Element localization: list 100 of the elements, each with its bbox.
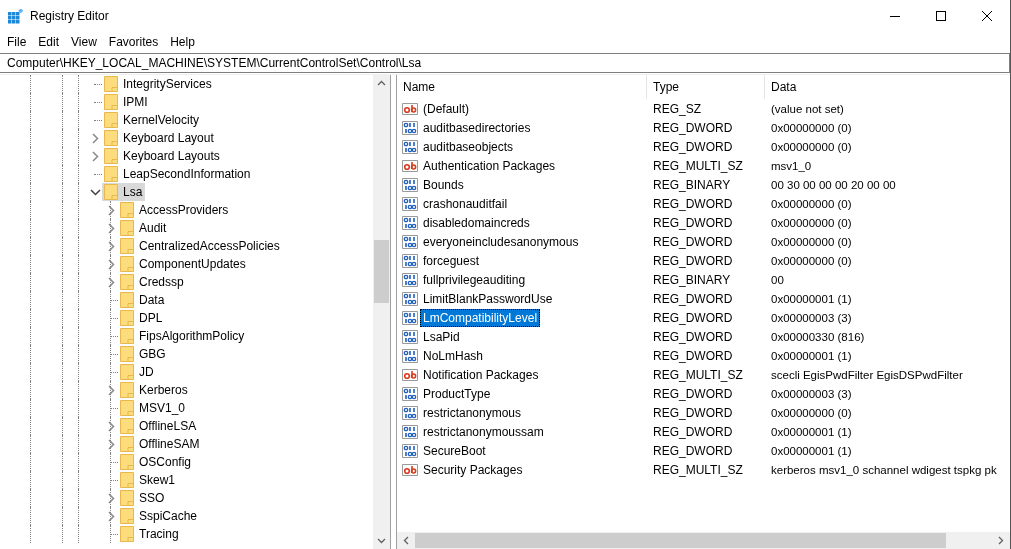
string-value-icon — [402, 157, 418, 174]
tree-item[interactable]: Kerberos — [118, 381, 191, 399]
tree-item[interactable]: GBG — [118, 345, 169, 363]
tree-item[interactable]: DPL — [118, 309, 166, 327]
tree-item[interactable]: CentralizedAccessPolicies — [118, 237, 283, 255]
folder-icon — [104, 130, 118, 146]
tree-item[interactable]: Keyboard Layouts — [102, 147, 223, 165]
scroll-right-icon[interactable] — [998, 536, 1004, 545]
folder-icon — [104, 148, 118, 164]
chevron-right-icon[interactable] — [91, 132, 99, 144]
value-name[interactable]: forceguest — [420, 251, 483, 270]
tree-item[interactable]: OfflineSAM — [118, 435, 203, 453]
tree-item[interactable]: Keyboard Layout — [102, 129, 217, 147]
value-name[interactable]: LsaPid — [420, 327, 463, 346]
binary-value-icon — [402, 176, 418, 193]
value-name[interactable]: Authentication Packages — [420, 156, 559, 175]
table-cell-text: 0x00000000 (0) — [770, 121, 853, 134]
folder-icon — [120, 328, 134, 344]
tree-item[interactable]: OSConfig — [118, 453, 195, 471]
tree-item[interactable]: KernelVelocity — [102, 111, 203, 129]
value-name[interactable]: crashonauditfail — [420, 194, 511, 213]
column-header[interactable]: Name — [397, 75, 647, 99]
chevron-right-icon[interactable] — [91, 150, 99, 162]
menu-item[interactable]: Help — [164, 34, 201, 49]
chevron-right-icon[interactable] — [107, 438, 115, 450]
scroll-up-icon[interactable] — [377, 80, 386, 86]
chevron-right-icon[interactable] — [107, 258, 115, 270]
binary-value-icon — [402, 328, 418, 345]
value-name[interactable]: SecureBoot — [420, 441, 489, 460]
tree-item[interactable]: MSV1_0 — [118, 399, 189, 417]
folder-icon — [104, 184, 118, 200]
table-cell-text: REG_BINARY — [652, 272, 732, 287]
chevron-down-icon[interactable] — [89, 188, 101, 196]
column-header[interactable]: Type — [647, 75, 765, 99]
value-name[interactable]: LmCompatibilityLevel — [420, 308, 541, 327]
column-header[interactable]: Data — [765, 75, 1010, 99]
value-name[interactable]: Notification Packages — [420, 365, 542, 384]
tree-item[interactable]: SspiCache — [118, 507, 201, 525]
tree-item[interactable]: FipsAlgorithmPolicy — [118, 327, 248, 345]
tree-item[interactable]: ComponentUpdates — [118, 255, 249, 273]
value-name[interactable]: (Default) — [420, 99, 472, 118]
chevron-right-icon[interactable] — [107, 384, 115, 396]
chevron-right-icon[interactable] — [107, 204, 115, 216]
scroll-thumb[interactable] — [374, 240, 389, 303]
table-cell-text: 00 — [770, 273, 785, 286]
vertical-scrollbar[interactable] — [373, 75, 390, 549]
value-name[interactable]: Security Packages — [420, 460, 526, 479]
menu-item[interactable]: Favorites — [102, 34, 165, 49]
tree-item[interactable]: LeapSecondInformation — [102, 165, 254, 183]
value-name[interactable]: restrictanonymoussam — [420, 422, 547, 441]
table-cell-text: 0x00000000 (0) — [770, 406, 853, 419]
value-name[interactable]: NoLmHash — [420, 346, 487, 365]
value-name[interactable]: auditbasedirectories — [420, 118, 534, 137]
maximize-icon — [936, 11, 946, 21]
folder-icon — [120, 436, 134, 452]
folder-icon — [120, 418, 134, 434]
table-cell-text: REG_DWORD — [652, 329, 734, 344]
chevron-right-icon[interactable] — [107, 276, 115, 288]
table-cell-text: 00 30 00 00 00 20 00 00 — [770, 178, 897, 191]
chevron-right-icon[interactable] — [107, 510, 115, 522]
tree-item[interactable]: Lsa — [102, 183, 146, 201]
scroll-down-icon[interactable] — [377, 538, 386, 544]
menu-item[interactable]: Edit — [32, 34, 66, 49]
address-field[interactable]: Computer\HKEY_LOCAL_MACHINE\SYSTEM\CurrentControlSet\Control\Lsa — [0, 53, 1010, 73]
value-name[interactable]: restrictanonymous — [420, 403, 525, 422]
tree-item[interactable]: Data — [118, 291, 168, 309]
value-name[interactable]: auditbaseobjects — [420, 137, 517, 156]
folder-icon — [120, 454, 134, 470]
scroll-left-icon[interactable] — [403, 536, 409, 545]
tree-item[interactable]: IPMI — [102, 93, 151, 111]
tree-item[interactable]: Tracing — [118, 525, 182, 543]
menu-item[interactable]: File — [1, 34, 33, 49]
chevron-right-icon[interactable] — [107, 222, 115, 234]
value-name[interactable]: disabledomaincreds — [420, 213, 533, 232]
value-name[interactable]: everyoneincludesanonymous — [420, 232, 582, 251]
tree-item[interactable]: IntegrityServices — [102, 75, 215, 93]
tree-item[interactable]: JD — [118, 363, 157, 381]
chevron-right-icon[interactable] — [107, 240, 115, 252]
table-cell-text: msv1_0 — [770, 159, 813, 172]
tree-item[interactable]: AccessProviders — [118, 201, 232, 219]
scroll-thumb[interactable] — [415, 533, 946, 548]
table-cell-text: REG_DWORD — [652, 120, 734, 135]
value-name[interactable]: fullprivilegeauditing — [420, 270, 529, 289]
string-value-icon — [402, 366, 418, 383]
table-cell-text: REG_MULTI_SZ — [652, 462, 744, 477]
table-cell-text: REG_DWORD — [652, 348, 734, 363]
table-cell-text: 0x00000001 (1) — [770, 292, 853, 305]
tree-item[interactable]: Credssp — [118, 273, 187, 291]
value-name[interactable]: LimitBlankPasswordUse — [420, 289, 556, 308]
chevron-right-icon[interactable] — [107, 420, 115, 432]
tree-item[interactable]: Skew1 — [118, 471, 179, 489]
value-name[interactable]: ProductType — [420, 384, 494, 403]
menu-item[interactable]: View — [65, 34, 103, 49]
chevron-right-icon[interactable] — [107, 492, 115, 504]
horizontal-scrollbar[interactable] — [397, 532, 1010, 549]
tree-item[interactable]: SSO — [118, 489, 168, 507]
value-name[interactable]: Bounds — [420, 175, 467, 194]
tree-item[interactable]: OfflineLSA — [118, 417, 200, 435]
tree-item[interactable]: Audit — [118, 219, 170, 237]
binary-value-icon — [402, 309, 418, 326]
